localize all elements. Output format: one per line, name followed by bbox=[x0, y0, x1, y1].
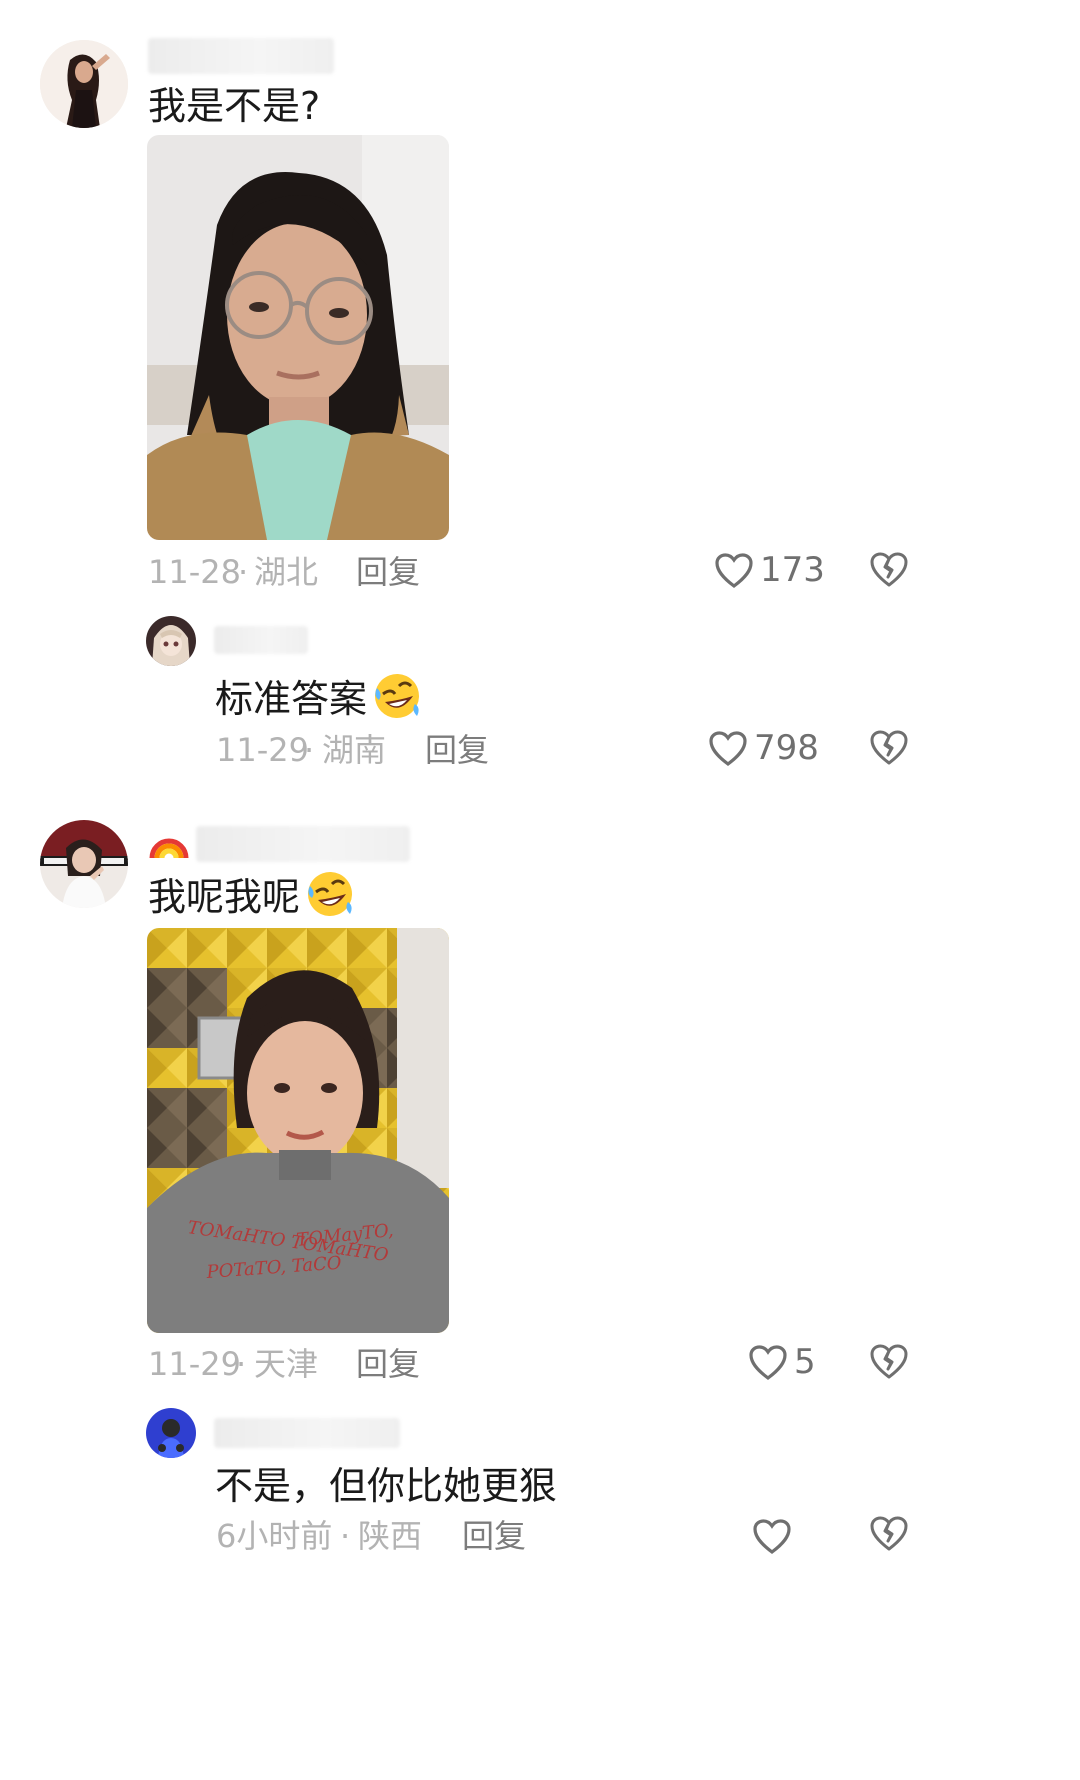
avatar[interactable] bbox=[146, 1408, 196, 1458]
comment-location-separator: · bbox=[238, 553, 249, 591]
like-button[interactable]: 5 bbox=[748, 1342, 818, 1384]
reply-location-separator: · bbox=[304, 731, 315, 769]
reply-location-separator: · bbox=[340, 1517, 351, 1555]
heart-outline-icon bbox=[753, 1519, 791, 1554]
comment-photo[interactable]: TOMaHTO TOMaHTO TOMayTO, POTaTO, TaCO bbox=[147, 928, 449, 1333]
comment-location: 天津 bbox=[254, 1345, 319, 1383]
heart-outline-icon bbox=[709, 731, 747, 767]
like-button[interactable] bbox=[752, 1514, 822, 1554]
avatar[interactable] bbox=[40, 820, 128, 908]
dislike-broken-heart-icon[interactable] bbox=[869, 550, 909, 590]
like-count: 798 bbox=[754, 728, 819, 768]
reply-button[interactable]: 回复 bbox=[425, 730, 489, 770]
username-redacted[interactable] bbox=[214, 626, 308, 654]
like-count: 5 bbox=[794, 1342, 816, 1382]
reply-text: 标准答案 bbox=[215, 670, 423, 723]
rolling-on-floor-laughing-emoji bbox=[375, 674, 420, 718]
comment-text-content: 我呢我呢 bbox=[148, 875, 301, 919]
comment-photo[interactable] bbox=[147, 135, 449, 540]
reply-location: 陕西 bbox=[358, 1517, 423, 1555]
username-redacted[interactable] bbox=[148, 38, 334, 74]
dislike-broken-heart-icon[interactable] bbox=[869, 1514, 909, 1554]
dislike-broken-heart-icon[interactable] bbox=[869, 1342, 909, 1382]
reply-button[interactable]: 回复 bbox=[356, 552, 420, 592]
comment-text: 我是不是? bbox=[148, 84, 321, 128]
avatar[interactable] bbox=[146, 616, 196, 666]
reply-text-content: 标准答案 bbox=[215, 677, 368, 721]
username-redacted[interactable] bbox=[214, 1418, 400, 1448]
dislike-broken-heart-icon[interactable] bbox=[869, 728, 909, 768]
comment-date: 11-28 bbox=[148, 553, 241, 591]
rainbow-emoji bbox=[149, 838, 189, 859]
reply-text: 不是，但你比她更狠 bbox=[215, 1464, 558, 1508]
heart-outline-icon bbox=[715, 553, 753, 589]
comment-date: 11-29 bbox=[148, 1345, 241, 1383]
comment-location-separator: · bbox=[236, 1345, 247, 1383]
comment-text: 我呢我呢 bbox=[148, 868, 356, 921]
reply-date: 6小时前 bbox=[216, 1517, 333, 1555]
heart-outline-icon bbox=[749, 1345, 787, 1381]
reply-button[interactable]: 回复 bbox=[356, 1344, 420, 1384]
rolling-on-floor-laughing-emoji bbox=[308, 872, 353, 916]
avatar[interactable] bbox=[40, 40, 128, 128]
reply-date: 11-29 bbox=[216, 731, 309, 769]
username-redacted[interactable] bbox=[196, 826, 410, 862]
like-button[interactable]: 798 bbox=[708, 728, 819, 770]
like-button[interactable]: 173 bbox=[714, 550, 825, 592]
reply-location: 湖南 bbox=[322, 731, 387, 769]
like-count: 173 bbox=[760, 550, 825, 590]
comment-location: 湖北 bbox=[254, 553, 319, 591]
reply-button[interactable]: 回复 bbox=[462, 1516, 526, 1556]
